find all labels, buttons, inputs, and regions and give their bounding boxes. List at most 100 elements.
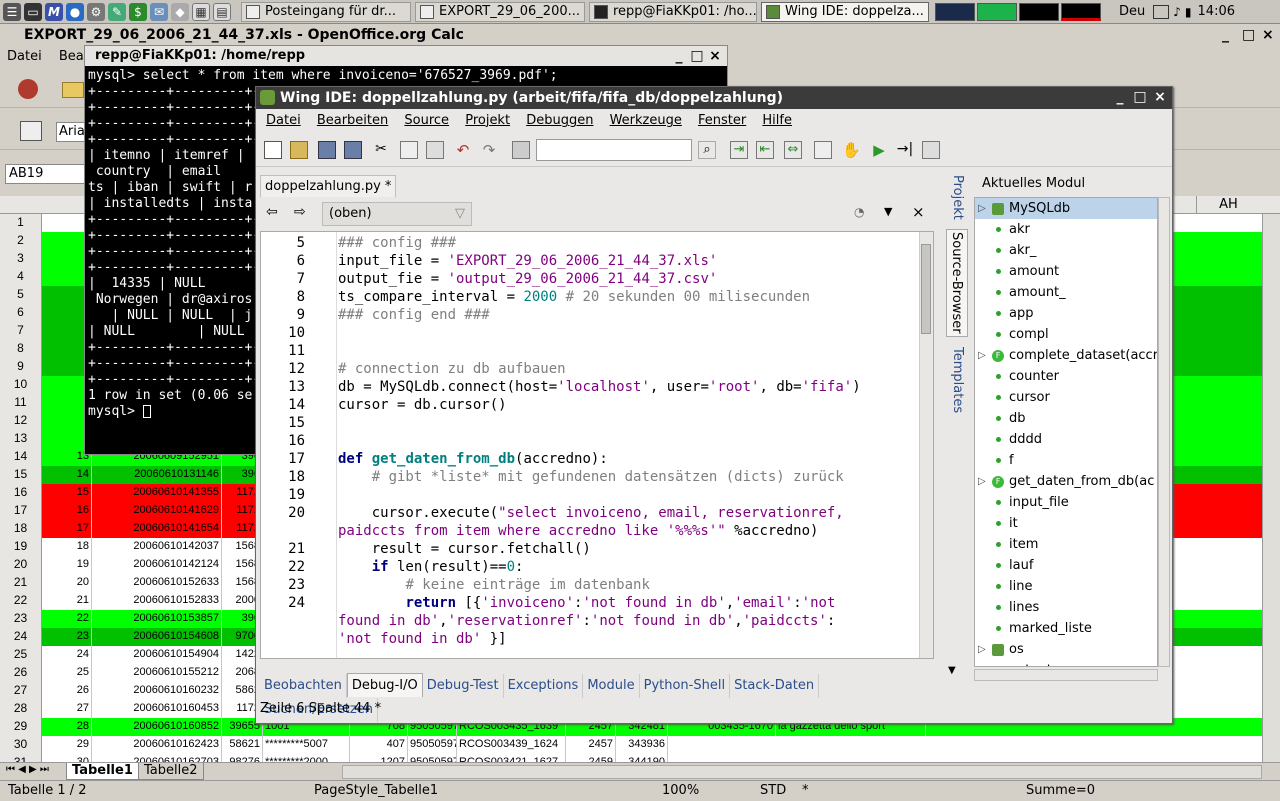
sheet-tab-2[interactable]: Tabelle2 <box>138 763 204 780</box>
row-header[interactable]: 15 <box>0 466 42 484</box>
sheet-cell[interactable]: 20060610154904 <box>92 646 222 664</box>
tab-templates[interactable]: Templates <box>946 345 968 415</box>
bottom-tab[interactable]: Python-Shell <box>640 674 731 698</box>
browser-item[interactable]: akr <box>975 219 1157 240</box>
sheet-cell[interactable]: 19 <box>42 556 92 574</box>
sheet-cell[interactable]: 20060610160852 <box>92 718 222 736</box>
code-editor[interactable]: 5 ### config ### 6 input_file = 'EXPORT_29_… <box>260 231 934 659</box>
row-header[interactable]: 1 <box>0 214 42 232</box>
search-icon[interactable]: ⌕ <box>698 141 716 159</box>
sheet-cell[interactable]: RCOS003421_1627 <box>457 754 566 762</box>
browser-item[interactable]: input_file <box>975 492 1157 513</box>
code-line[interactable]: 16 <box>261 432 921 450</box>
breakpoint-icon[interactable] <box>814 141 832 159</box>
sheet-tab-1[interactable]: Tabelle1 <box>66 763 139 780</box>
sheet-cell[interactable]: 20060610152833 <box>92 592 222 610</box>
row-header[interactable]: 13 <box>0 430 42 448</box>
sheet-cell[interactable]: 20 <box>42 574 92 592</box>
code-line[interactable]: 10 <box>261 324 921 342</box>
sheet-cell[interactable]: 20060610153857 <box>92 610 222 628</box>
run-icon[interactable]: ▶ <box>870 141 888 159</box>
code-line[interactable]: 19 <box>261 486 921 504</box>
pager-workspace-2[interactable] <box>977 2 1017 21</box>
row-header[interactable]: 23 <box>0 610 42 628</box>
row-header[interactable]: 26 <box>0 664 42 682</box>
sheet-cell[interactable]: 30 <box>42 754 92 762</box>
cut-icon[interactable]: ✂ <box>372 141 390 159</box>
close-icon[interactable]: × <box>1262 24 1274 46</box>
row-header[interactable]: 30 <box>0 736 42 754</box>
code-line[interactable]: 21 result = cursor.fetchall() <box>261 540 921 558</box>
redo-icon[interactable]: ↷ <box>480 141 498 159</box>
browser-item[interactable]: item <box>975 534 1157 555</box>
sheet-cell[interactable]: 23 <box>42 628 92 646</box>
code-line[interactable]: 'not found in db' }] <box>261 630 921 648</box>
sheet-row[interactable]: 30 29 20060610162423 58621 *********5007 407 9… <box>0 736 1280 754</box>
sheet-row[interactable]: 31 30 20060610162703 98276 *********2000 1207… <box>0 754 1280 762</box>
row-header[interactable]: 6 <box>0 304 42 322</box>
pager-workspace-4[interactable] <box>1061 2 1101 21</box>
open-file-icon[interactable] <box>290 141 308 159</box>
load-url-icon[interactable] <box>18 79 38 99</box>
sheet-cell[interactable]: 407 <box>350 736 408 754</box>
sheet-cell[interactable]: 17 <box>42 520 92 538</box>
sheet-cell[interactable]: 20060610142124 <box>92 556 222 574</box>
sheet-cell[interactable]: 343936 <box>616 736 668 754</box>
styles-icon[interactable] <box>20 121 42 141</box>
browser-item[interactable]: marked_liste <box>975 618 1157 639</box>
browser-item[interactable]: f <box>975 450 1157 471</box>
browser-item[interactable]: counter <box>975 366 1157 387</box>
code-line[interactable]: 11 <box>261 342 921 360</box>
tab-source-browser[interactable]: Source-Browser <box>946 229 968 337</box>
sheet-cell[interactable]: 16 <box>42 502 92 520</box>
step-back-icon[interactable]: ⇤ <box>756 141 774 159</box>
minimize-icon[interactable]: _ <box>1222 24 1229 46</box>
task-terminal[interactable]: repp@FiaKKp01: /ho... <box>589 1 757 22</box>
sheet-cell[interactable]: RCOS003439_1624 <box>457 736 566 754</box>
row-header[interactable]: 19 <box>0 538 42 556</box>
sheet-cell[interactable]: 18 <box>42 538 92 556</box>
bottom-tab[interactable]: Stack-Daten <box>730 674 820 698</box>
row-header[interactable]: 18 <box>0 520 42 538</box>
name-box[interactable]: AB19 <box>5 164 85 184</box>
row-header[interactable]: 16 <box>0 484 42 502</box>
browser-icon[interactable]: ● <box>66 2 84 21</box>
sheet-cell[interactable]: 25 <box>42 664 92 682</box>
row-header[interactable]: 4 <box>0 268 42 286</box>
sheet-cell[interactable]: 2459 <box>566 754 616 762</box>
row-header[interactable]: 8 <box>0 340 42 358</box>
code-line[interactable]: 8 ts_compare_interval = 2000 # 20 sekunde… <box>261 288 921 306</box>
sheet-cell[interactable]: 22 <box>42 610 92 628</box>
status-mode[interactable]: STD <box>760 781 786 801</box>
editor-scroll-thumb[interactable] <box>921 244 931 334</box>
task-wing[interactable]: Wing IDE: doppelza... <box>761 1 929 22</box>
code-line[interactable]: 6 input_file = 'EXPORT_29_06_2006_21_44_3… <box>261 252 921 270</box>
expand-icon[interactable]: ▷ <box>978 471 986 492</box>
code-line[interactable]: 24 return [{'invoiceno':'not found in db… <box>261 594 921 612</box>
code-line[interactable]: found in db','reservationref':'not found… <box>261 612 921 630</box>
app-icon[interactable]: ◆ <box>171 2 189 21</box>
sheet-cell[interactable]: 20060610154608 <box>92 628 222 646</box>
code-line[interactable]: 15 <box>261 414 921 432</box>
calc-menu-datei[interactable]: Datei <box>7 49 42 64</box>
back-arrow-icon[interactable]: ⇦ <box>266 204 278 220</box>
browser-item[interactable]: ▷ MySQLdb <box>975 198 1157 219</box>
row-header[interactable]: 12 <box>0 412 42 430</box>
stop-hand-icon[interactable]: ✋ <box>842 141 861 159</box>
sheet-cell[interactable]: 20060610141654 <box>92 520 222 538</box>
code-line[interactable]: 18 # gibt *liste* mit gefundenen datensä… <box>261 468 921 486</box>
save-icon[interactable] <box>318 141 336 159</box>
keyboard-layout[interactable]: Deu <box>1119 4 1145 19</box>
sheet-cell[interactable]: 20060610162423 <box>92 736 222 754</box>
expand-icon[interactable]: ▷ <box>978 639 986 660</box>
browser-item[interactable]: amount <box>975 261 1157 282</box>
sheet-cell[interactable]: 29 <box>42 736 92 754</box>
task-calc[interactable]: EXPORT_29_06_200... <box>415 1 585 22</box>
code-line[interactable]: 9 ### config end ### <box>261 306 921 324</box>
sheet-cell[interactable]: 1207 <box>350 754 408 762</box>
browser-horizontal-scrollbar[interactable] <box>974 669 1158 681</box>
row-header[interactable]: 31 <box>0 754 42 762</box>
wing-minimize-icon[interactable]: _ <box>1112 89 1128 105</box>
network-icon[interactable]: ✉ <box>150 2 168 21</box>
source-browser-tree[interactable]: ▷ MySQLdb akr akr_ amount amount_ app compl ▷ Fco… <box>974 197 1158 667</box>
